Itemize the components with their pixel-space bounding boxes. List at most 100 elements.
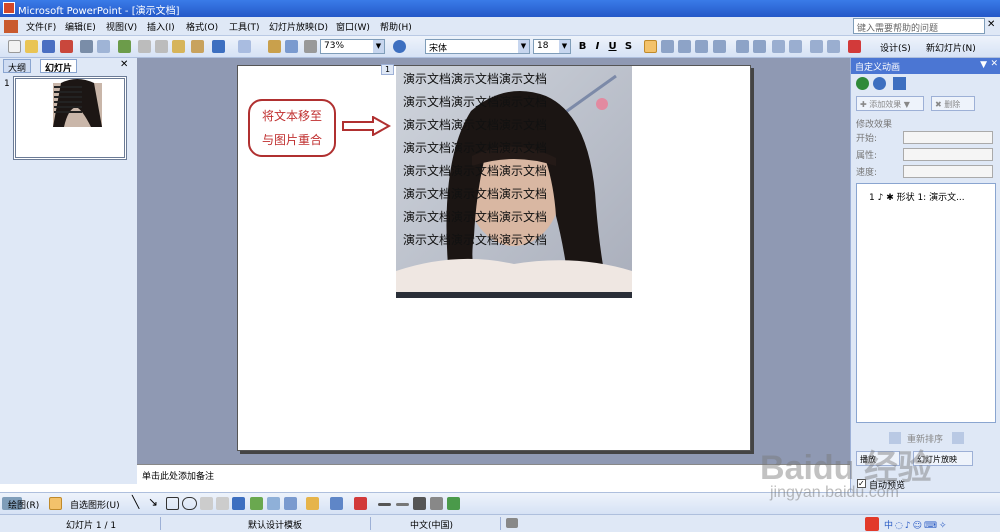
help-search-input[interactable]: 键入需要帮助的问题 — [853, 18, 985, 34]
start-select[interactable] — [903, 131, 993, 144]
home-icon[interactable] — [893, 77, 906, 90]
bold-button[interactable]: B — [575, 39, 590, 54]
shadow-style-icon[interactable] — [430, 497, 443, 510]
menu-slideshow[interactable]: 幻灯片放映(D) — [269, 20, 328, 33]
menu-insert[interactable]: 插入(I) — [147, 20, 175, 33]
tab-outline[interactable]: 大纲 — [3, 59, 32, 74]
cut-icon[interactable] — [138, 40, 151, 53]
rectangle-icon[interactable] — [166, 497, 179, 510]
insert-chart-icon[interactable] — [268, 40, 281, 53]
paste-icon[interactable] — [172, 40, 185, 53]
permission-icon[interactable] — [60, 40, 73, 53]
underline-button[interactable]: U — [605, 39, 620, 54]
menu-bar: 文件(F) 编辑(E) 视图(V) 插入(I) 格式(O) 工具(T) 幻灯片放… — [0, 17, 1000, 36]
close-icon[interactable]: ✕ — [990, 59, 998, 69]
3d-style-icon[interactable] — [447, 497, 460, 510]
back-icon[interactable] — [856, 77, 869, 90]
grid-icon[interactable] — [304, 40, 317, 53]
line-style-icon[interactable] — [378, 503, 391, 506]
decrease-indent-icon[interactable] — [810, 40, 823, 53]
forward-icon[interactable] — [873, 77, 886, 90]
animation-list[interactable]: 1 ♪ ✱ 形状 1: 演示文... — [856, 183, 996, 423]
status-divider — [370, 517, 371, 530]
clipart-icon[interactable] — [267, 497, 280, 510]
arrow-style-icon[interactable] — [413, 497, 426, 510]
increase-font-icon[interactable] — [772, 40, 785, 53]
dash-style-icon[interactable] — [396, 503, 409, 506]
help-icon[interactable] — [393, 40, 406, 53]
chevron-down-icon[interactable]: ▼ — [980, 60, 987, 70]
menu-edit[interactable]: 编辑(E) — [65, 20, 96, 33]
chevron-down-icon: ▼ — [518, 40, 529, 53]
speed-select[interactable] — [903, 165, 993, 178]
slide-thumbnail[interactable] — [13, 76, 127, 160]
copy-icon[interactable] — [155, 40, 168, 53]
italic-button[interactable]: I — [590, 39, 605, 54]
slide-canvas[interactable]: 将文本移至 与图片重合 1 演示文档演示文档演示文档 演示文档演示文档演示文档 … — [237, 64, 751, 451]
spelling-icon[interactable] — [118, 40, 131, 53]
oval-icon[interactable] — [182, 497, 197, 510]
decrease-font-icon[interactable] — [789, 40, 802, 53]
slide-counter: 幻灯片 1 / 1 — [66, 521, 117, 531]
tab-slides[interactable]: 幻灯片 — [40, 59, 78, 74]
align-left-icon[interactable] — [644, 40, 657, 53]
watermark-brand: Baidu 经验 — [760, 449, 932, 487]
bullets-icon[interactable] — [753, 40, 766, 53]
font-color-icon[interactable] — [354, 497, 367, 510]
save-icon[interactable] — [42, 40, 55, 53]
select-pointer-icon[interactable] — [49, 497, 62, 510]
menu-window[interactable]: 窗口(W) — [336, 20, 370, 33]
justify-icon[interactable] — [695, 40, 708, 53]
menu-file[interactable]: 文件(F) — [26, 20, 56, 33]
vertical-textbox-icon[interactable] — [216, 497, 229, 510]
input-method-icon[interactable] — [865, 517, 879, 531]
autoshapes-menu[interactable]: 自选图形(U) — [70, 498, 120, 511]
add-effect-button[interactable]: ✚ 添加效果 ▼ — [856, 96, 924, 111]
start-label: 开始: — [856, 134, 878, 144]
menu-view[interactable]: 视图(V) — [106, 20, 137, 33]
new-icon[interactable] — [8, 40, 21, 53]
print-preview-icon[interactable] — [97, 40, 110, 53]
arrow-icon[interactable]: ↘ — [148, 495, 158, 509]
align-center-icon[interactable] — [661, 40, 674, 53]
open-icon[interactable] — [25, 40, 38, 53]
textbox-icon[interactable] — [200, 497, 213, 510]
font-color-icon[interactable] — [848, 40, 861, 53]
property-select[interactable] — [903, 148, 993, 161]
insert-picture-icon[interactable] — [284, 497, 297, 510]
menu-format[interactable]: 格式(O) — [186, 20, 218, 33]
close-doc-icon[interactable]: ✕ — [987, 19, 995, 30]
line-color-icon[interactable] — [330, 497, 343, 510]
design-button[interactable]: 设计(S) — [880, 41, 911, 54]
print-icon[interactable] — [80, 40, 93, 53]
insert-table-icon[interactable] — [285, 40, 298, 53]
align-right-icon[interactable] — [678, 40, 691, 53]
fill-color-icon[interactable] — [306, 497, 319, 510]
notes-pane[interactable]: 单击此处添加备注 — [137, 464, 850, 492]
new-slide-button[interactable]: 新幻灯片(N) — [926, 41, 976, 54]
move-down-icon[interactable] — [952, 432, 964, 444]
font-size-combo[interactable]: 18 ▼ — [533, 39, 571, 54]
close-panel-icon[interactable]: ✕ — [120, 59, 128, 70]
wordart-icon[interactable] — [232, 497, 245, 510]
format-painter-icon[interactable] — [191, 40, 204, 53]
shadow-button[interactable]: S — [621, 39, 636, 54]
document-menu-icon[interactable] — [4, 20, 18, 33]
numbering-icon[interactable] — [736, 40, 749, 53]
draw-menu[interactable]: 绘图(R) — [8, 498, 39, 511]
diagram-icon[interactable] — [250, 497, 263, 510]
line-icon[interactable]: ╲ — [132, 495, 139, 509]
menu-help[interactable]: 帮助(H) — [380, 20, 412, 33]
task-pane-title-text: 自定义动画 — [855, 63, 901, 73]
font-combo[interactable]: 宋体 ▼ — [425, 39, 530, 54]
undo-icon[interactable] — [212, 40, 225, 53]
redo-icon[interactable] — [238, 40, 251, 53]
slide-editor: 将文本移至 与图片重合 1 演示文档演示文档演示文档 演示文档演示文档演示文档 … — [137, 58, 850, 464]
distribute-icon[interactable] — [713, 40, 726, 53]
animation-list-item[interactable]: 1 ♪ ✱ 形状 1: 演示文... — [869, 190, 965, 203]
zoom-combo[interactable]: 73% ▼ — [320, 39, 385, 54]
delete-button[interactable]: ✖ 删除 — [931, 96, 975, 111]
menu-tools[interactable]: 工具(T) — [229, 20, 260, 33]
increase-indent-icon[interactable] — [827, 40, 840, 53]
chevron-down-icon: ▼ — [559, 40, 570, 53]
